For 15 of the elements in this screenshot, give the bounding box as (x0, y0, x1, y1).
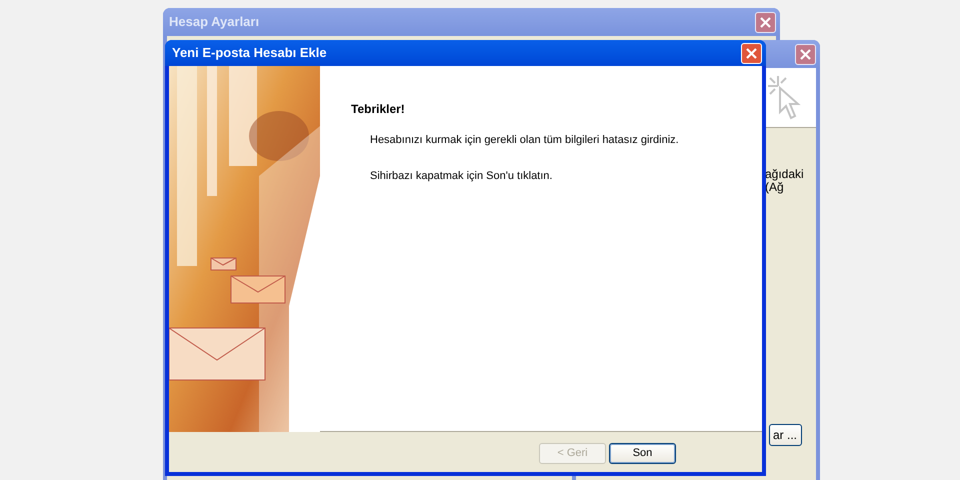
cursor-click-icon (766, 74, 802, 120)
window-title: Hesap Ayarları (169, 13, 260, 32)
close-icon (746, 48, 757, 58)
label-text: ağıdaki (765, 168, 804, 181)
action-button[interactable]: ar ... (769, 424, 802, 446)
finish-button[interactable]: Son (609, 442, 676, 464)
heading-text: Tebrikler! (351, 101, 406, 118)
window-title: Yeni E-posta Hesabı Ekle (172, 44, 327, 62)
message-text: Sihirbazı kapatmak için Son'u tıklatın. (370, 168, 554, 184)
close-button[interactable] (755, 12, 776, 32)
label-text: (Ağ (765, 181, 784, 194)
message-text: Hesabınızı kurmak için gerekli olan tüm bilgileri hatasız girdiniz. (370, 133, 680, 148)
close-button[interactable] (795, 44, 816, 64)
close-icon (760, 16, 771, 28)
close-icon (800, 48, 811, 60)
